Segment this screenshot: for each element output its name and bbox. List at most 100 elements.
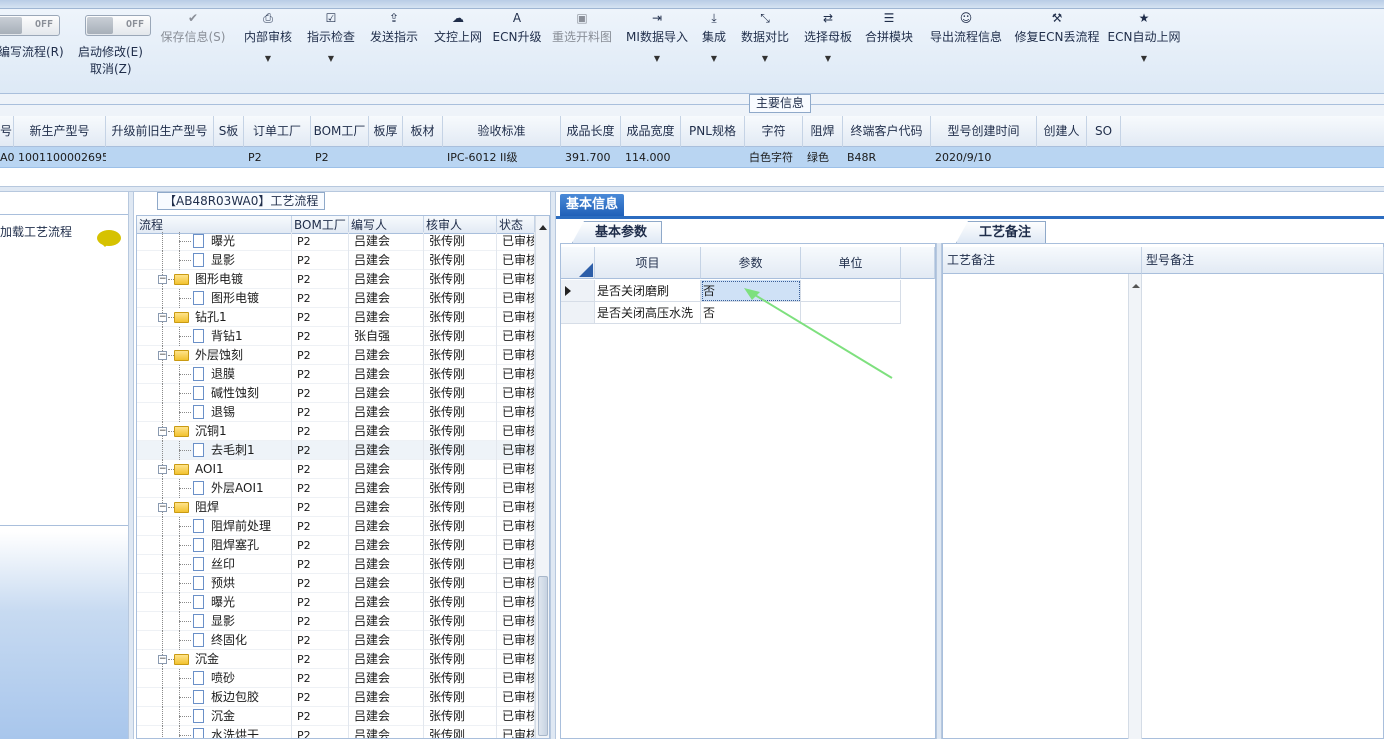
flow-tree-row[interactable]: − 图形电镀 P2 吕建会 张传刚 已审核 (137, 270, 535, 289)
flow-tab-title[interactable]: 【AB48R03WA0】工艺流程 (157, 192, 326, 210)
flow-tree-row[interactable]: 预烘 P2 吕建会 张传刚 已审核 (137, 574, 535, 593)
flow-tree-row[interactable]: 板边包胶 P2 吕建会 张传刚 已审核 (137, 688, 535, 707)
main-info-col-header[interactable]: 新生产型号 (14, 116, 106, 147)
main-info-cell[interactable]: 10011000026951 (14, 147, 106, 168)
main-info-col-header[interactable]: 阻焊 (803, 116, 843, 147)
main-info-col-header[interactable]: 创建人 (1037, 116, 1087, 147)
main-info-col-header[interactable]: 终端客户代码 (843, 116, 931, 147)
flow-tree-row[interactable]: 显影 P2 吕建会 张传刚 已审核 (137, 612, 535, 631)
tab-process-remarks[interactable]: 工艺备注 (956, 221, 1047, 243)
main-info-cell[interactable]: A0 (0, 147, 14, 168)
tab-basic-params[interactable]: 基本参数 (572, 221, 663, 243)
main-info-cell[interactable]: P2 (311, 147, 369, 168)
main-info-col-header[interactable]: 验收标准 (443, 116, 561, 147)
scroll-up-icon[interactable] (1132, 280, 1140, 288)
main-info-cell[interactable]: 绿色 (803, 147, 843, 168)
flow-reviewer-cell: 张传刚 (424, 270, 497, 289)
main-info-col-header[interactable]: 升级前旧生产型号 (106, 116, 214, 147)
main-info-col-header[interactable]: 号 (0, 116, 14, 147)
main-info-cell[interactable] (1037, 147, 1087, 168)
collapse-icon[interactable]: − (158, 427, 167, 436)
dropdown-arrow-icon[interactable]: ▼ (1099, 54, 1189, 63)
param-col-item[interactable]: 项目 (595, 247, 701, 279)
flow-tree-row[interactable]: 曝光 P2 吕建会 张传刚 已审核 (137, 232, 535, 251)
flow-writer-cell: 吕建会 (349, 498, 424, 517)
main-info-col-header[interactable]: 订单工厂 (244, 116, 311, 147)
main-info-col-header[interactable]: SO (1087, 116, 1121, 147)
scrollbar-thumb[interactable] (538, 576, 548, 736)
flow-tree-row[interactable]: 外层AOI1 P2 吕建会 张传刚 已审核 (137, 479, 535, 498)
flow-tree-row[interactable]: − 外层蚀刻 P2 吕建会 张传刚 已审核 (137, 346, 535, 365)
write-flow-toggle[interactable]: OFF (0, 15, 60, 36)
main-info-cell[interactable]: 2020/9/10 (931, 147, 1037, 168)
flow-tree-row[interactable]: − AOI1 P2 吕建会 张传刚 已审核 (137, 460, 535, 479)
main-info-col-header[interactable]: 型号创建时间 (931, 116, 1037, 147)
ribbon-button-14[interactable]: ⚒ 修复ECN丢流程 (1012, 9, 1102, 85)
flow-status-cell: 已审核 (497, 593, 535, 612)
cancel-label[interactable]: 取消(Z) (90, 60, 132, 77)
main-info-cell[interactable]: P2 (244, 147, 311, 168)
main-info-cell[interactable] (214, 147, 244, 168)
flow-tree-row[interactable]: 喷砂 P2 吕建会 张传刚 已审核 (137, 669, 535, 688)
scroll-up-icon[interactable] (539, 221, 547, 230)
tab-basic-info[interactable]: 基本信息 (560, 194, 625, 216)
main-info-col-header[interactable]: 板材 (403, 116, 443, 147)
middle-vertical-splitter[interactable] (550, 192, 556, 739)
main-info-cell[interactable] (106, 147, 214, 168)
param-col-value[interactable]: 参数 (701, 247, 801, 279)
flow-tree-row[interactable]: − 沉金 P2 吕建会 张传刚 已审核 (137, 650, 535, 669)
flow-tree-row[interactable]: 退锡 P2 吕建会 张传刚 已审核 (137, 403, 535, 422)
main-info-selected-row[interactable]: A010011000026951 P2P2 IPC-6012 II级391.7001… (0, 147, 1384, 168)
main-info-cell[interactable]: B48R (843, 147, 931, 168)
flow-tree-row[interactable]: 退膜 P2 吕建会 张传刚 已审核 (137, 365, 535, 384)
flow-tree-row[interactable]: 图形电镀 P2 吕建会 张传刚 已审核 (137, 289, 535, 308)
collapse-icon[interactable]: − (158, 351, 167, 360)
load-flow-item[interactable]: 加载工艺流程 (0, 223, 72, 240)
main-info-col-header[interactable]: 成品宽度 (621, 116, 681, 147)
start-modify-toggle[interactable]: OFF (85, 15, 151, 36)
main-info-col-header[interactable]: S板 (214, 116, 244, 147)
main-info-col-header[interactable]: 成品长度 (561, 116, 621, 147)
main-info-cell[interactable] (369, 147, 403, 168)
speech-bubble-icon[interactable] (97, 230, 121, 247)
main-info-cell[interactable]: 391.700 (561, 147, 621, 168)
main-info-col-header[interactable]: PNL规格 (681, 116, 745, 147)
collapse-icon[interactable]: − (158, 313, 167, 322)
flow-tree-row[interactable]: 去毛刺1 P2 吕建会 张传刚 已审核 (137, 441, 535, 460)
flow-tree-row[interactable]: 背钻1 P2 张自强 张传刚 已审核 (137, 327, 535, 346)
main-info-col-header[interactable]: 字符 (745, 116, 803, 147)
main-info-cell[interactable] (403, 147, 443, 168)
flow-tree-row[interactable]: 水洗烘干 P2 吕建会 张传刚 已审核 (137, 726, 535, 738)
flow-tree-row[interactable]: 终固化 P2 吕建会 张传刚 已审核 (137, 631, 535, 650)
left-vertical-splitter[interactable] (128, 192, 134, 739)
flow-tree-row[interactable]: 阻焊塞孔 P2 吕建会 张传刚 已审核 (137, 536, 535, 555)
flow-tree-row[interactable]: 碱性蚀刻 P2 吕建会 张传刚 已审核 (137, 384, 535, 403)
col-process-remark[interactable]: 工艺备注 (943, 247, 1142, 274)
main-info-col-header[interactable]: BOM工厂 (311, 116, 369, 147)
flow-tree-row[interactable]: 显影 P2 吕建会 张传刚 已审核 (137, 251, 535, 270)
main-info-cell[interactable] (681, 147, 745, 168)
flow-status-cell: 已审核 (497, 612, 535, 631)
param-col-unit[interactable]: 单位 (801, 247, 901, 279)
ribbon-button-13[interactable]: ☺ 导出流程信息 (921, 9, 1011, 85)
collapse-icon[interactable]: − (158, 275, 167, 284)
flow-tree-row[interactable]: − 钻孔1 P2 吕建会 张传刚 已审核 (137, 308, 535, 327)
col-model-remark[interactable]: 型号备注 (1142, 247, 1384, 274)
ribbon-button-15[interactable]: ★ ECN自动上网 ▼ (1099, 9, 1189, 85)
flow-tree-row[interactable]: 丝印 P2 吕建会 张传刚 已审核 (137, 555, 535, 574)
flow-tree-row[interactable]: − 阻焊 P2 吕建会 张传刚 已审核 (137, 498, 535, 517)
flow-tree-row[interactable]: 阻焊前处理 P2 吕建会 张传刚 已审核 (137, 517, 535, 536)
main-info-cell[interactable]: IPC-6012 II级 (443, 147, 561, 168)
main-info-cell[interactable]: 白色字符 (745, 147, 803, 168)
main-info-col-header[interactable]: 板厚 (369, 116, 403, 147)
flow-tree-row[interactable]: 沉金 P2 吕建会 张传刚 已审核 (137, 707, 535, 726)
main-info-cell[interactable]: 114.000 (621, 147, 681, 168)
main-info-cell[interactable] (1087, 147, 1121, 168)
flow-tree-row[interactable]: − 沉铜1 P2 吕建会 张传刚 已审核 (137, 422, 535, 441)
remarks-scrollbar[interactable] (1128, 274, 1142, 739)
flow-tree-row[interactable]: 曝光 P2 吕建会 张传刚 已审核 (137, 593, 535, 612)
collapse-icon[interactable]: − (158, 503, 167, 512)
collapse-icon[interactable]: − (158, 655, 167, 664)
flow-tree-scrollbar[interactable] (535, 216, 549, 738)
collapse-icon[interactable]: − (158, 465, 167, 474)
